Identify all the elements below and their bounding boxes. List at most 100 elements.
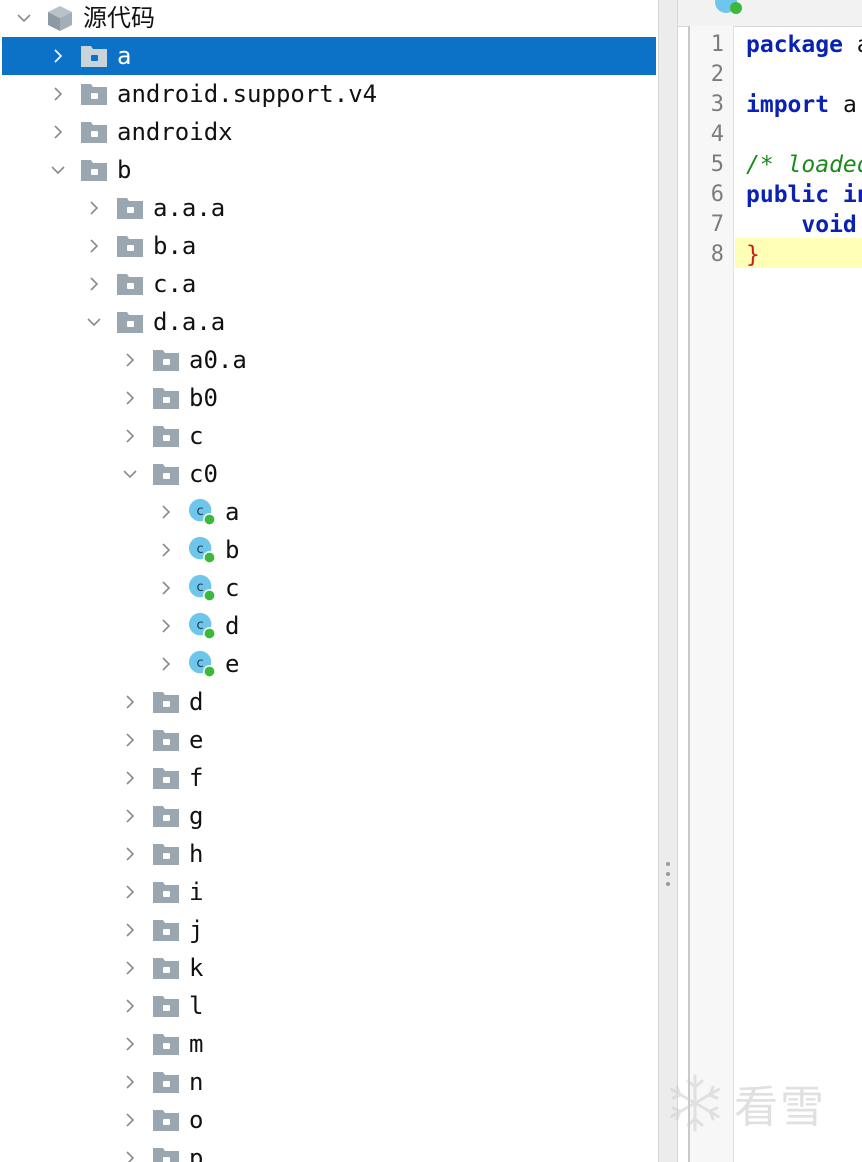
chevron-right-icon[interactable] (122, 1036, 138, 1052)
chevron-down-icon[interactable] (50, 162, 66, 178)
chevron-right-icon[interactable] (86, 238, 102, 254)
tree-item-j[interactable]: j (2, 911, 656, 949)
package-folder-icon (152, 726, 180, 754)
chevron-right-icon[interactable] (158, 580, 174, 596)
chevron-down-icon[interactable] (86, 314, 102, 330)
package-folder-icon (80, 42, 108, 70)
chevron-right-icon[interactable] (122, 1112, 138, 1128)
tree-item-label: p (189, 1144, 204, 1162)
chevron-down-icon[interactable] (122, 466, 138, 482)
tree-item-b0[interactable]: b0 (2, 379, 656, 417)
tree-item-d-a-a[interactable]: d.a.a (2, 303, 656, 341)
chevron-right-icon[interactable] (158, 504, 174, 520)
tree-item-h[interactable]: h (2, 835, 656, 873)
chevron-right-icon[interactable] (122, 808, 138, 824)
package-folder-icon (152, 802, 180, 830)
package-folder-icon (152, 1106, 180, 1134)
tree-item-p[interactable]: p (2, 1139, 656, 1162)
tree-item-b[interactable]: b (2, 151, 656, 189)
java-class-icon: c (188, 650, 216, 678)
chevron-right-icon[interactable] (158, 656, 174, 672)
java-class-icon[interactable] (714, 0, 744, 14)
tree-item-label: c (189, 422, 204, 450)
tree-item-c0-e[interactable]: ce (2, 645, 656, 683)
line-number: 2 (710, 62, 724, 87)
tree-item-label: a.a.a (153, 194, 226, 222)
editor-text-area[interactable]: 1 2 3 4 5 6 7 8 package a import a /* lo… (688, 26, 862, 1162)
tree-item-c0[interactable]: c0 (2, 455, 656, 493)
line-number: 5 (710, 152, 724, 177)
chevron-right-icon[interactable] (50, 86, 66, 102)
chevron-right-icon[interactable] (122, 428, 138, 444)
chevron-right-icon[interactable] (122, 732, 138, 748)
line-number: 8 (710, 242, 724, 267)
tree-item-label: m (189, 1030, 204, 1058)
tree-item-c0-d[interactable]: cd (2, 607, 656, 645)
package-folder-icon (152, 384, 180, 412)
line-number: 1 (710, 32, 724, 57)
tree-item-i[interactable]: i (2, 873, 656, 911)
chevron-right-icon[interactable] (122, 1150, 138, 1162)
tree-item-f[interactable]: f (2, 759, 656, 797)
tree-item-label: e (189, 726, 204, 754)
chevron-right-icon[interactable] (122, 884, 138, 900)
chevron-right-icon[interactable] (122, 390, 138, 406)
tree-item-o[interactable]: o (2, 1101, 656, 1139)
chevron-right-icon[interactable] (122, 694, 138, 710)
chevron-right-icon[interactable] (86, 200, 102, 216)
tree-item-d[interactable]: d (2, 683, 656, 721)
tree-item-label: b.a (153, 232, 197, 260)
tree-item-e[interactable]: e (2, 721, 656, 759)
editor-tab-strip (678, 0, 862, 27)
chevron-right-icon[interactable] (50, 48, 66, 64)
tree-item-c0-a[interactable]: ca (2, 493, 656, 531)
tree-item-a-a-a[interactable]: a.a.a (2, 189, 656, 227)
tree-root-source-code[interactable]: 源代码 (2, 0, 656, 37)
package-folder-icon (152, 954, 180, 982)
tree-item-a0-a[interactable]: a0.a (2, 341, 656, 379)
code-editor[interactable]: 1 2 3 4 5 6 7 8 package a import a /* lo… (678, 0, 862, 1162)
chevron-right-icon[interactable] (50, 124, 66, 140)
project-tree-panel: 源代码 a android.support.v4 androidx b a.a.a b.a… (0, 0, 658, 1162)
java-class-icon: c (188, 574, 216, 602)
tree-item-c-a[interactable]: c.a (2, 265, 656, 303)
chevron-right-icon[interactable] (122, 922, 138, 938)
tree-item-n[interactable]: n (2, 1063, 656, 1101)
java-class-icon: c (188, 612, 216, 640)
tree-item-m[interactable]: m (2, 1025, 656, 1063)
panel-splitter[interactable] (658, 0, 678, 1162)
tree-item-label: b (117, 156, 132, 184)
tree-item-g[interactable]: g (2, 797, 656, 835)
java-class-icon: c (188, 536, 216, 564)
chevron-right-icon[interactable] (122, 770, 138, 786)
tree-item-label: j (189, 916, 204, 944)
chevron-right-icon[interactable] (122, 846, 138, 862)
tree-item-android-support-v4[interactable]: android.support.v4 (2, 75, 656, 113)
tree-item-k[interactable]: k (2, 949, 656, 987)
tree-item-label: b (225, 536, 240, 564)
package-folder-icon (116, 270, 144, 298)
code-line-3: import a (746, 90, 857, 120)
chevron-right-icon[interactable] (122, 998, 138, 1014)
keyword-package: package (746, 32, 843, 58)
tree-item-a[interactable]: a (2, 37, 656, 75)
line-number: 4 (710, 122, 724, 147)
tree-item-label: c0 (189, 460, 218, 488)
tree-item-androidx[interactable]: androidx (2, 113, 656, 151)
tree-item-c0-c[interactable]: cc (2, 569, 656, 607)
package-folder-icon (152, 916, 180, 944)
tree-item-c[interactable]: c (2, 417, 656, 455)
package-folder-icon (152, 992, 180, 1020)
line-number-gutter: 1 2 3 4 5 6 7 8 (690, 26, 734, 1162)
chevron-right-icon[interactable] (86, 276, 102, 292)
chevron-right-icon[interactable] (122, 960, 138, 976)
chevron-down-icon[interactable] (16, 10, 32, 26)
tree-item-b-a[interactable]: b.a (2, 227, 656, 265)
package-folder-icon (152, 1030, 180, 1058)
tree-item-c0-b[interactable]: cb (2, 531, 656, 569)
chevron-right-icon[interactable] (158, 618, 174, 634)
tree-item-l[interactable]: l (2, 987, 656, 1025)
chevron-right-icon[interactable] (122, 1074, 138, 1090)
chevron-right-icon[interactable] (158, 542, 174, 558)
chevron-right-icon[interactable] (122, 352, 138, 368)
